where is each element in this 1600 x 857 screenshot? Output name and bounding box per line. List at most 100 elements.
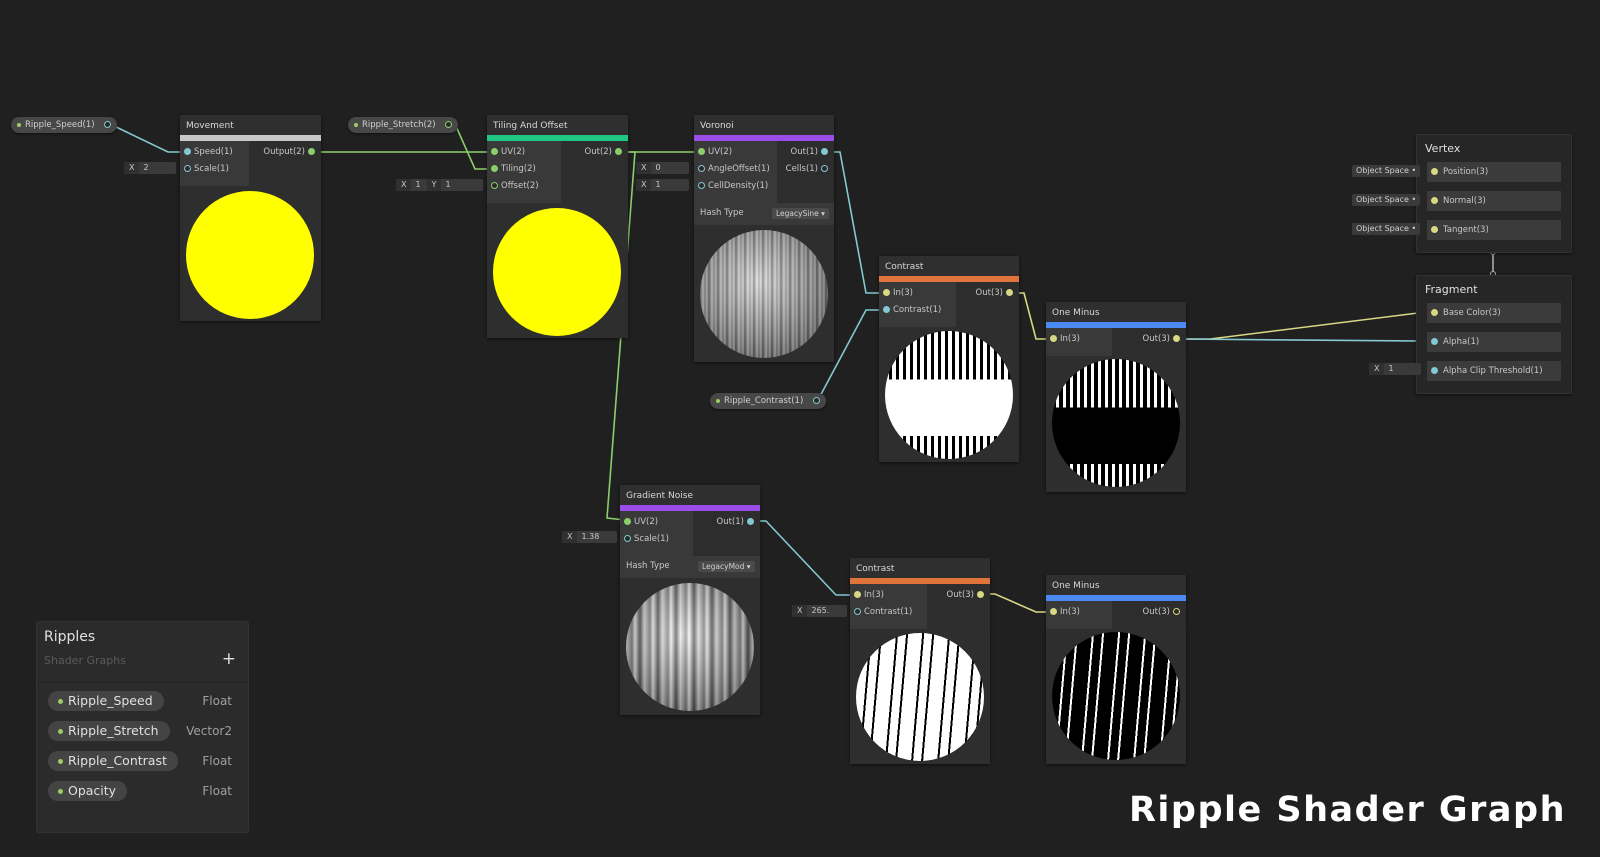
node-preview <box>694 225 834 362</box>
hash-type-dropdown[interactable]: LegacyMod ▾ <box>698 561 755 572</box>
input-port-angleoffset[interactable]: AngleOffset(1) <box>698 162 770 176</box>
input-port-in[interactable]: In(3) <box>1050 605 1080 619</box>
preview-sphere <box>885 331 1013 459</box>
movement-scale-field[interactable]: X2 <box>124 162 176 174</box>
port-icon <box>1431 168 1438 175</box>
port-icon <box>883 306 890 313</box>
output-port-out[interactable]: Out(2) <box>585 145 622 159</box>
port-icon <box>1431 367 1438 374</box>
ripple-speed-property-node[interactable]: Ripple_Speed(1) <box>11 117 118 133</box>
input-port-speed[interactable]: Speed(1) <box>184 145 233 159</box>
preview-sphere <box>700 230 828 358</box>
preview-sphere <box>626 583 754 711</box>
blackboard-panel: Ripples Shader Graphs + Ripple_Speed Flo… <box>36 621 249 833</box>
output-port-out[interactable]: Out(1) <box>717 515 754 529</box>
input-port-uv[interactable]: UV(2) <box>698 145 732 159</box>
vertex-title: Vertex <box>1425 142 1461 155</box>
position-slot[interactable]: Position(3) <box>1427 162 1561 182</box>
gradient-noise-node[interactable]: Gradient Noise UV(2) Scale(1) Out(1) Has… <box>620 485 760 715</box>
input-port-in[interactable]: In(3) <box>854 588 884 602</box>
output-port-icon[interactable] <box>104 121 112 128</box>
node-preview <box>1046 629 1186 764</box>
port-icon <box>1431 309 1438 316</box>
output-port-icon[interactable] <box>445 121 453 128</box>
blackboard-subtitle: Shader Graphs <box>44 654 126 667</box>
property-ripple-speed[interactable]: Ripple_Speed <box>48 691 164 711</box>
output-port-icon[interactable] <box>812 397 820 404</box>
normal-slot[interactable]: Normal(3) <box>1427 191 1561 211</box>
contrast-value-field[interactable]: X 265. <box>792 605 847 617</box>
voronoi-node[interactable]: Voronoi UV(2) AngleOffset(1) CellDensity… <box>694 115 834 362</box>
alpha-clip-field[interactable]: X1 <box>1369 363 1421 375</box>
port-icon <box>883 289 890 296</box>
tiling-and-offset-node[interactable]: Tiling And Offset UV(2) Tiling(2) Offset… <box>487 115 628 338</box>
output-port-out[interactable]: Out(3) <box>976 286 1013 300</box>
input-port-uv[interactable]: UV(2) <box>624 515 658 529</box>
input-port-scale[interactable]: Scale(1) <box>184 162 229 176</box>
one-minus-node[interactable]: One Minus In(3) Out(3) <box>1046 302 1186 492</box>
port-icon <box>1431 197 1438 204</box>
input-port-contrast[interactable]: Contrast(1) <box>883 303 941 317</box>
port-icon <box>1050 335 1057 342</box>
wire-voronoi-contrast <box>826 151 885 294</box>
property-type: Vector2 <box>186 724 232 738</box>
input-port-uv[interactable]: UV(2) <box>491 145 525 159</box>
output-port-cells[interactable]: Cells(1) <box>786 162 828 176</box>
port-icon <box>698 148 705 155</box>
normal-space-field[interactable]: Object Space • <box>1352 194 1421 206</box>
port-icon <box>698 182 705 189</box>
one-minus-node-2[interactable]: One Minus In(3) Out(3) <box>1046 575 1186 764</box>
position-space-field[interactable]: Object Space • <box>1352 165 1421 177</box>
node-preview <box>1046 356 1186 492</box>
tangent-space-field[interactable]: Object Space • <box>1352 223 1421 235</box>
hash-type-dropdown[interactable]: LegacySine ▾ <box>772 208 829 219</box>
input-port-scale[interactable]: Scale(1) <box>624 532 669 546</box>
angle-offset-field[interactable]: X0 <box>636 162 689 174</box>
ripple-contrast-property-node[interactable]: Ripple_Contrast(1) <box>710 393 826 409</box>
graph-title: Ripple Shader Graph <box>1128 790 1566 830</box>
ripple-stretch-property-node[interactable]: Ripple_Stretch(2) <box>348 117 459 133</box>
input-port-contrast[interactable]: Contrast(1) <box>854 605 912 619</box>
property-ripple-contrast[interactable]: Ripple_Contrast <box>48 751 178 771</box>
input-port-offset[interactable]: Offset(2) <box>491 179 539 193</box>
port-icon <box>977 591 984 598</box>
input-port-in[interactable]: In(3) <box>1050 332 1080 346</box>
node-preview <box>487 203 628 338</box>
node-preview <box>850 629 990 764</box>
contrast-node[interactable]: Contrast In(3) Contrast(1) Out(3) <box>879 256 1019 462</box>
fragment-title: Fragment <box>1425 283 1478 296</box>
output-port-output[interactable]: Output(2) <box>263 145 315 159</box>
node-title: Contrast <box>879 256 1019 276</box>
movement-node[interactable]: Movement Speed(1) Scale(1) Output(2) <box>180 115 321 321</box>
preview-sphere <box>186 191 314 319</box>
alpha-slot[interactable]: Alpha(1) <box>1427 332 1561 352</box>
input-port-tiling[interactable]: Tiling(2) <box>491 162 536 176</box>
input-port-in[interactable]: In(3) <box>883 286 913 300</box>
property-dot-icon <box>17 123 21 127</box>
alpha-clip-threshold-slot[interactable]: Alpha Clip Threshold(1) <box>1427 361 1561 381</box>
port-icon <box>854 591 861 598</box>
property-type: Float <box>202 754 232 768</box>
gradient-scale-field[interactable]: X 1.38 <box>562 531 617 543</box>
preview-sphere <box>493 208 621 336</box>
contrast-node-2[interactable]: Contrast In(3) Contrast(1) Out(3) <box>850 558 990 764</box>
tangent-slot[interactable]: Tangent(3) <box>1427 220 1561 240</box>
cell-density-field[interactable]: X1 <box>636 179 689 191</box>
add-property-button[interactable]: + <box>222 649 236 669</box>
property-ripple-stretch[interactable]: Ripple_Stretch <box>48 721 170 741</box>
base-color-slot[interactable]: Base Color(3) <box>1427 303 1561 323</box>
wire-alpha <box>1177 338 1432 342</box>
node-title: Gradient Noise <box>620 485 760 505</box>
output-port-out[interactable]: Out(3) <box>1143 332 1180 346</box>
preview-sphere <box>856 633 984 761</box>
output-port-out[interactable]: Out(1) <box>791 145 828 159</box>
input-port-celldensity[interactable]: CellDensity(1) <box>698 179 768 193</box>
property-opacity[interactable]: Opacity <box>48 781 128 801</box>
port-icon <box>1431 338 1438 345</box>
node-preview <box>180 186 321 321</box>
output-port-out[interactable]: Out(3) <box>1143 605 1180 619</box>
tiling-offset-field[interactable]: X1Y1 <box>396 179 483 191</box>
ripple-stretch-label: Ripple_Stretch(2) <box>362 120 436 130</box>
output-port-out[interactable]: Out(3) <box>947 588 984 602</box>
port-icon <box>184 148 191 155</box>
